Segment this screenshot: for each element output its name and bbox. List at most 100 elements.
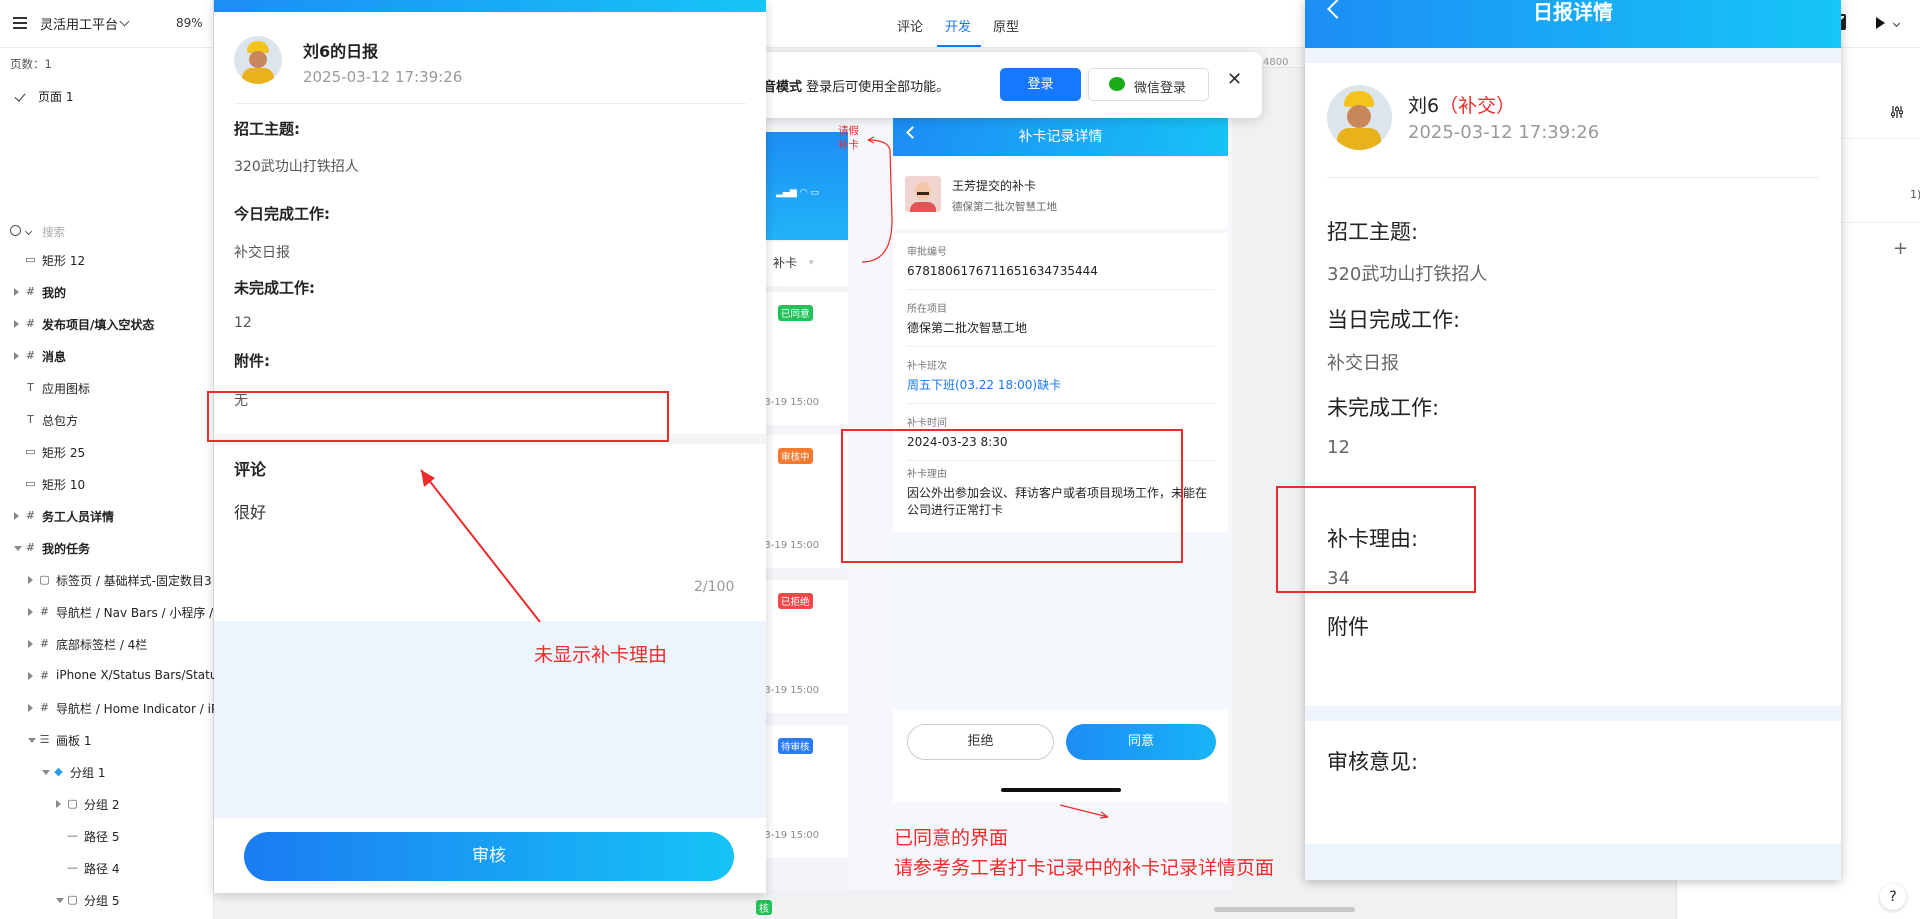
login-button[interactable]: 登录 [1000, 68, 1081, 101]
tab-dev[interactable]: 开发 [945, 16, 971, 35]
review-button[interactable]: 审核 [244, 832, 734, 881]
layer-row[interactable]: ▢ 分组 5 [0, 884, 214, 916]
layer-row[interactable]: ▭ 矩形 25 [0, 436, 214, 468]
caret-down-icon[interactable] [56, 898, 64, 903]
layer-search-input[interactable]: 搜索 [42, 224, 65, 240]
adjust-icon[interactable] [1890, 104, 1904, 118]
menu-icon[interactable] [13, 17, 27, 29]
zoom-level[interactable]: 89% [176, 16, 203, 30]
status-badge: 已同意 [778, 305, 813, 321]
small-arrow [1059, 804, 1109, 819]
layer-label: 矩形 25 [42, 446, 86, 460]
caret-right-icon[interactable] [14, 512, 19, 520]
late-tag: （补交） [1439, 95, 1516, 117]
frame-icon: # [39, 701, 50, 714]
layer-row[interactable]: ▭ 矩形 10 [0, 468, 214, 500]
layer-row[interactable]: T 应用图标 [0, 372, 214, 404]
field-value: 678180617671165163473544​4 [907, 264, 1098, 278]
rect-icon: ▭ [25, 477, 36, 490]
caret-right-icon[interactable] [28, 608, 33, 616]
char-counter: 2/100 [694, 579, 735, 595]
caret-right-icon[interactable] [14, 288, 19, 296]
status-badge: 审核中 [778, 448, 813, 464]
caret-right-icon[interactable] [14, 352, 19, 360]
layer-row[interactable]: — 路径 5 [0, 820, 214, 852]
caret-right-icon[interactable] [28, 704, 33, 712]
status-badge: 已拒绝 [778, 593, 813, 609]
reject-button[interactable]: 拒绝 [907, 724, 1054, 760]
topic-value: 320武功山打铁招人 [234, 159, 359, 175]
frame-icon: # [39, 637, 50, 650]
layer-row[interactable]: ▢ 分组 2 [0, 788, 214, 820]
agree-button[interactable]: 同意 [1066, 724, 1216, 760]
annotation-agreed: 已同意的界面 [894, 827, 1009, 849]
layer-row[interactable]: T 总包方 [0, 404, 214, 436]
rect-icon: ▭ [25, 253, 36, 266]
horizontal-scrollbar[interactable] [1214, 907, 1355, 912]
wechat-login-button[interactable]: 微信登录 [1088, 68, 1209, 101]
layer-row[interactable]: ◆ 分组 1 [0, 756, 214, 788]
page-item[interactable]: 页面 1 [38, 88, 73, 105]
search-icon[interactable] [10, 225, 21, 236]
add-icon[interactable]: + [1893, 238, 1908, 259]
caret-right-icon[interactable] [28, 672, 33, 680]
layer-row[interactable]: # 导航栏 / Home Indicator / iP [0, 692, 214, 724]
chevron-down-icon[interactable] [24, 227, 33, 236]
folder-icon: ▢ [67, 893, 78, 906]
layer-label: 消息 [42, 350, 67, 364]
login-notice: 音模式 登录后可使用全部功能。 登录 微信登录 ✕ [757, 52, 1262, 118]
tab-prototype[interactable]: 原型 [993, 16, 1019, 35]
field-label: 审批编号 [907, 247, 947, 258]
layer-row[interactable]: # 发布项目/填入空状态 [0, 308, 214, 340]
layer-row[interactable]: # 底部标签栏 / 4栏 [0, 628, 214, 660]
chevron-down-icon[interactable] [119, 16, 130, 27]
layer-label: 矩形 12 [42, 254, 86, 268]
wechat-login-label: 微信登录 [1134, 81, 1187, 96]
undone-label: 未完成工作: [1327, 396, 1440, 420]
help-button[interactable]: ? [1880, 884, 1906, 910]
filter-label[interactable]: 补卡 [773, 254, 797, 271]
layer-row[interactable]: # 消息 [0, 340, 214, 372]
layers-panel: 灵活用工平台 89% 页数：1 页面 1 搜索 ▭ 矩形 12 # 我的 # 发布项目/填… [0, 0, 214, 919]
comment-input[interactable]: 很好 [234, 499, 266, 523]
folder-icon: ▢ [39, 573, 50, 586]
layer-row[interactable]: # 我的 [0, 276, 214, 308]
app-title[interactable]: 灵活用工平台 [40, 14, 118, 33]
layer-row[interactable]: ☰ 画板 1 [0, 724, 214, 756]
layer-row[interactable]: ▭ 矩形 12 [0, 244, 214, 276]
list-item[interactable]: 已拒绝 03-19 15:00 [758, 580, 848, 713]
layer-row[interactable]: ▢ 标签页 / 基础样式-固定数目3 [0, 564, 214, 596]
attach-label: 附件: [234, 352, 270, 370]
caret-down-icon[interactable] [28, 738, 36, 743]
play-icon[interactable] [1876, 17, 1885, 29]
field-value[interactable]: 周五下班(03.22 18:00)缺卡 [907, 377, 1217, 394]
list-item[interactable]: 已同意 03-19 15:00 [758, 292, 848, 425]
topic-value: 320武功山打铁招人 [1327, 264, 1488, 285]
close-icon[interactable]: ✕ [1227, 69, 1242, 90]
daily-report-detail-screen: 日报详情 刘6（补交） 2025-03-12 17:39:26 招工主题: 32… [1305, 0, 1841, 880]
layer-row[interactable]: # 务工人员详情 [0, 500, 214, 532]
phone3-header: 日报详情 [1305, 0, 1841, 48]
list-item[interactable]: 待审核 03-19 15:00 [758, 725, 848, 858]
chevron-down-icon[interactable]: ▾ [809, 258, 814, 268]
layer-label: 标签页 / 基础样式-固定数目3 [56, 574, 212, 588]
done-label: 当日完成工作: [1327, 308, 1461, 332]
layer-row[interactable]: # 导航栏 / Nav Bars / 小程序 / [0, 596, 214, 628]
filter-bar: 补卡 ▾ [762, 242, 848, 286]
layer-row[interactable]: # iPhone X/Status Bars/Statu [0, 660, 214, 692]
layer-label: 分组 5 [84, 894, 120, 908]
tab-comment[interactable]: 评论 [897, 16, 923, 35]
caret-right-icon[interactable] [28, 640, 33, 648]
blank-area [214, 621, 766, 818]
caret-right-icon[interactable] [28, 576, 33, 584]
action-bar: 拒绝 同意 [893, 710, 1228, 802]
layer-row[interactable]: # 我的任务 [0, 532, 214, 564]
caret-down-icon[interactable] [42, 770, 50, 775]
layer-row[interactable]: — 路径 4 [0, 852, 214, 884]
submitter-card: 王芳提交的补卡 德保第二批次智慧工地 [893, 157, 1228, 229]
list-item[interactable]: 审核中 03-19 15:00 [758, 435, 848, 568]
caret-right-icon[interactable] [56, 800, 61, 808]
caret-down-icon[interactable] [14, 546, 22, 551]
caret-right-icon[interactable] [14, 320, 19, 328]
layer-label: 总包方 [42, 414, 79, 428]
